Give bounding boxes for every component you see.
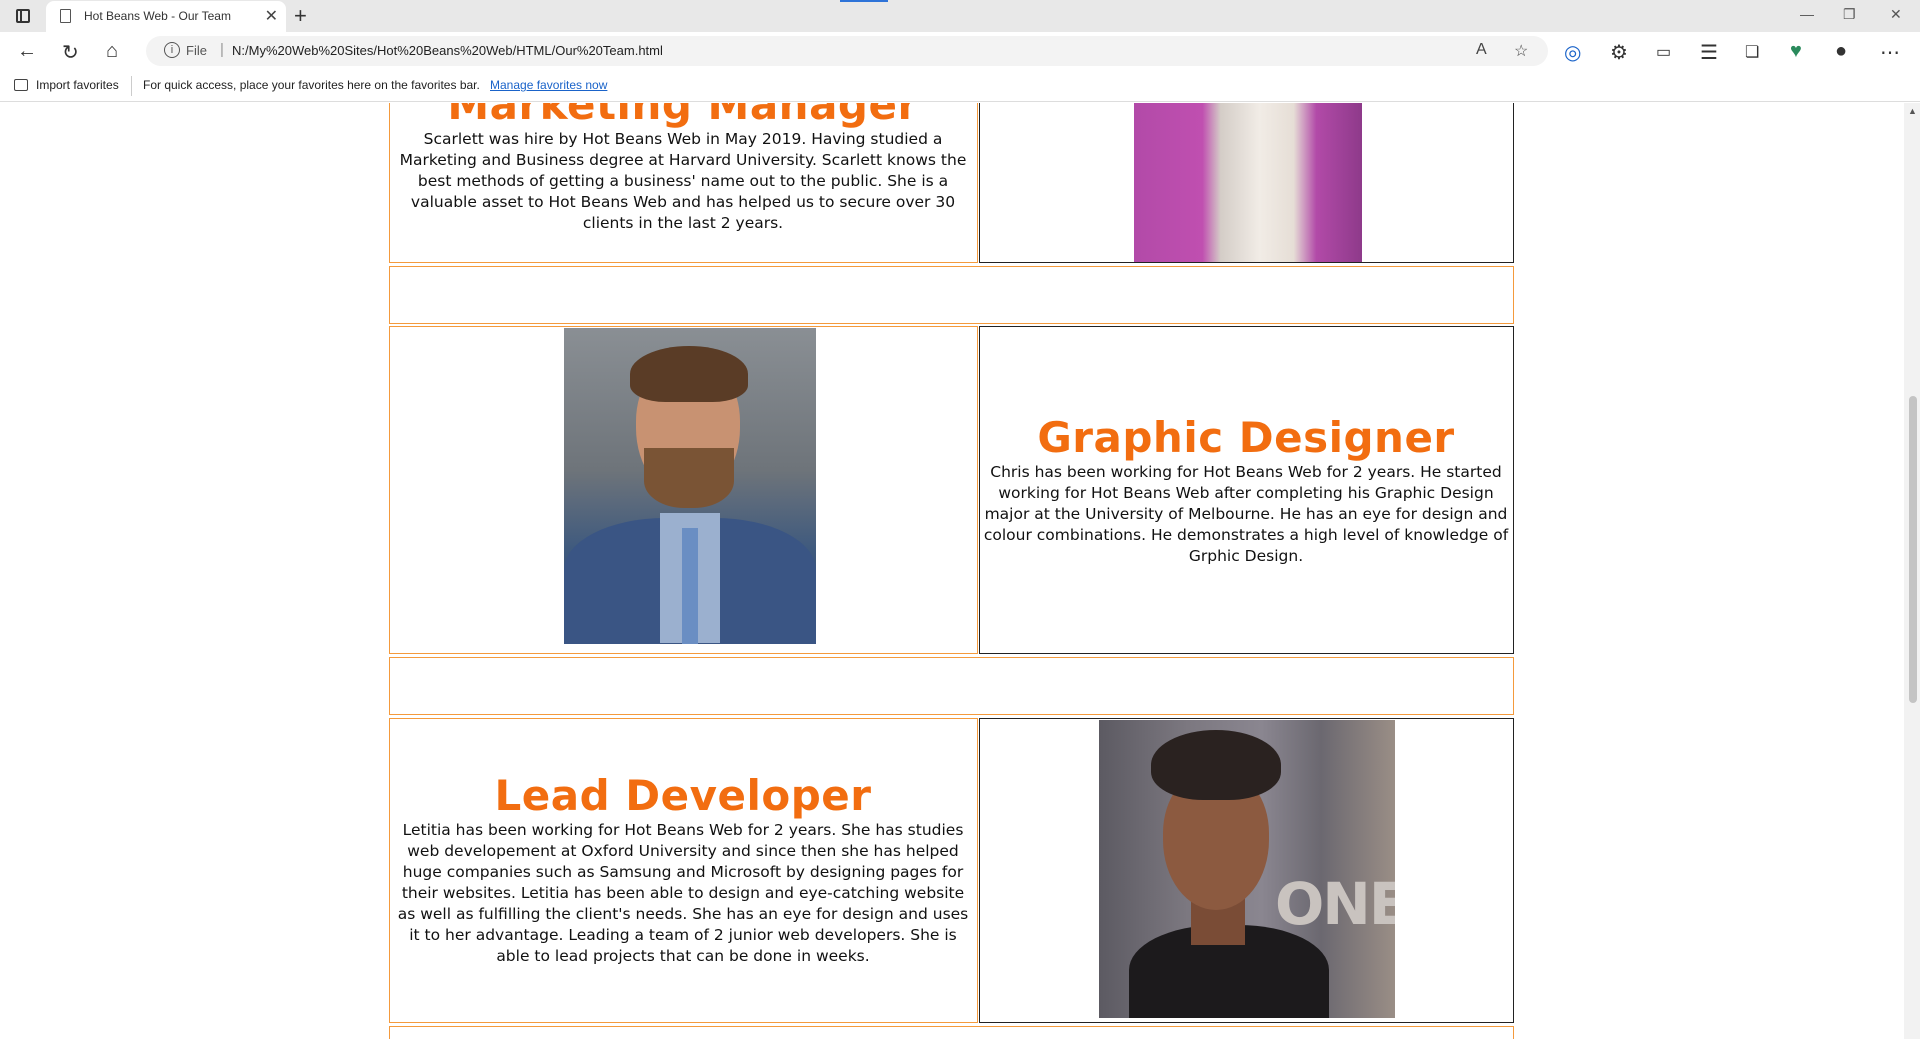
refresh-icon[interactable]: ↻ [62,40,79,65]
member-photo: ONE [1099,720,1395,1018]
member-photo-cell [979,103,1514,263]
info-icon[interactable]: i [164,42,180,58]
member-bio: Chris has been working for Hot Beans Web… [983,463,1509,565]
favbar-divider [131,76,132,96]
browser-tab[interactable]: Hot Beans Web - Our Team ✕ [46,1,286,32]
favorite-star-icon[interactable]: ☆ [1514,41,1528,61]
tab-bar: Hot Beans Web - Our Team ✕ + — ❐ ✕ [0,0,1920,32]
loading-indicator [840,0,888,2]
import-icon [14,79,28,91]
more-options-icon[interactable]: ⋯ [1880,40,1900,65]
member-photo [564,328,816,644]
scrollbar-thumb[interactable] [1909,396,1917,703]
member-role: Marketing Manager [447,103,919,129]
row-spacer [389,1026,1514,1039]
address-scheme: File [186,43,207,58]
manage-favorites-link[interactable]: Manage favorites now [490,78,607,92]
close-window-icon[interactable]: ✕ [1890,6,1902,23]
address-separator: | [220,41,224,58]
photo-hair [1151,730,1281,800]
member-info-cell: Marketing Manager Scarlett was hire by H… [389,103,978,263]
member-info-cell: Lead Developer Letitia has been working … [389,718,978,1023]
tab-title: Hot Beans Web - Our Team [84,9,231,23]
scroll-up-icon[interactable]: ▲ [1908,106,1917,116]
profile-avatar-icon[interactable]: ● [1835,40,1847,63]
row-spacer [389,266,1514,324]
extensions-icon[interactable]: ⚙ [1610,40,1628,65]
health-icon[interactable]: ♥ [1790,40,1802,63]
photo-tie [682,528,698,644]
favorites-message: For quick access, place your favorites h… [143,78,480,92]
page-icon [60,9,71,23]
member-role: Lead Developer [494,771,872,820]
cast-icon[interactable]: ▭ [1656,42,1671,62]
member-photo-cell: ONE [979,718,1514,1023]
page-viewport[interactable]: Marketing Manager Scarlett was hire by H… [0,103,1904,1039]
navigation-bar: ← ↻ ⌂ i File | N:/My%20Web%20Sites/Hot%2… [0,32,1920,70]
member-row: Graphic Designer Chris has been working … [389,326,1514,654]
row-spacer [389,657,1514,715]
back-icon[interactable]: ← [17,40,37,63]
member-row: Lead Developer Letitia has been working … [389,718,1514,1023]
home-icon[interactable]: ⌂ [106,40,118,63]
tab-actions-icon[interactable] [16,9,30,23]
address-url[interactable]: N:/My%20Web%20Sites/Hot%20Beans%20Web/HT… [232,43,663,58]
member-bio: Letitia has been working for Hot Beans W… [397,821,969,965]
import-favorites-label: Import favorites [36,78,119,92]
copilot-icon[interactable]: ◎ [1564,40,1581,65]
close-tab-icon[interactable]: ✕ [265,6,278,26]
vertical-scrollbar[interactable]: ▲ [1904,103,1920,1039]
favorites-bar: Import favorites For quick access, place… [0,70,1920,102]
address-bar[interactable]: i File | N:/My%20Web%20Sites/Hot%20Beans… [146,36,1548,66]
restore-icon[interactable]: ❐ [1843,6,1856,23]
member-photo-cell [389,326,978,654]
member-bio: Scarlett was hire by Hot Beans Web in Ma… [399,130,967,232]
read-aloud-icon[interactable]: A [1476,41,1487,59]
member-info-cell: Graphic Designer Chris has been working … [979,326,1514,654]
new-tab-button[interactable]: + [294,3,307,29]
import-favorites-button[interactable]: Import favorites [14,78,119,92]
photo-hair [630,346,748,402]
minimize-icon[interactable]: — [1800,6,1814,22]
collections-icon[interactable]: ❏ [1745,42,1759,62]
member-row: Marketing Manager Scarlett was hire by H… [389,103,1514,263]
favorites-icon[interactable]: ☰ [1700,40,1718,65]
member-role: Graphic Designer [1037,413,1455,462]
photo-beard [644,448,734,508]
photo-backdrop-sign: ONE [1275,870,1395,938]
member-photo [1134,103,1362,262]
